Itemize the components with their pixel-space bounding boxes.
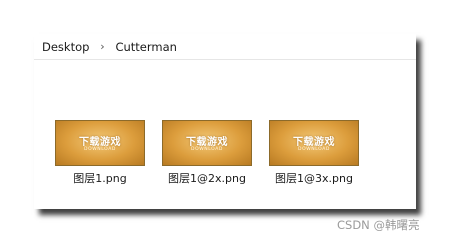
thumbnail-subtitle: DOWNLOAD [298, 147, 330, 152]
thumbnail-title: 下载游戏 [293, 137, 335, 148]
chevron-right-icon[interactable]: › [89, 40, 115, 53]
thumbnail-subtitle: DOWNLOAD [84, 147, 116, 152]
thumbnail-title: 下载游戏 [79, 137, 121, 148]
file-name[interactable]: 图层1.png [50, 170, 150, 186]
image-thumbnail[interactable]: 下载游戏 DOWNLOAD [162, 120, 252, 166]
breadcrumb: Desktop › Cutterman [34, 34, 416, 60]
thumbnail-subtitle: DOWNLOAD [191, 147, 223, 152]
thumbnail-title: 下载游戏 [186, 137, 228, 148]
file-name[interactable]: 图层1@2x.png [157, 170, 257, 186]
file-list: 下载游戏 DOWNLOAD 图层1.png 下载游戏 DOWNLOAD 图层1@… [34, 60, 416, 209]
file-name[interactable]: 图层1@3x.png [264, 170, 364, 186]
image-thumbnail[interactable]: 下载游戏 DOWNLOAD [269, 120, 359, 166]
file-item[interactable]: 下载游戏 DOWNLOAD 图层1@2x.png [157, 120, 257, 200]
breadcrumb-cutterman[interactable]: Cutterman [115, 40, 176, 54]
file-item[interactable]: 下载游戏 DOWNLOAD 图层1@3x.png [264, 120, 364, 200]
breadcrumb-desktop[interactable]: Desktop [42, 40, 89, 54]
file-item[interactable]: 下载游戏 DOWNLOAD 图层1.png [50, 120, 150, 200]
explorer-window: Desktop › Cutterman 下载游戏 DOWNLOAD 图层1.pn… [34, 34, 416, 209]
image-thumbnail[interactable]: 下载游戏 DOWNLOAD [55, 120, 145, 166]
watermark: CSDN @韩曙亮 [337, 218, 420, 232]
